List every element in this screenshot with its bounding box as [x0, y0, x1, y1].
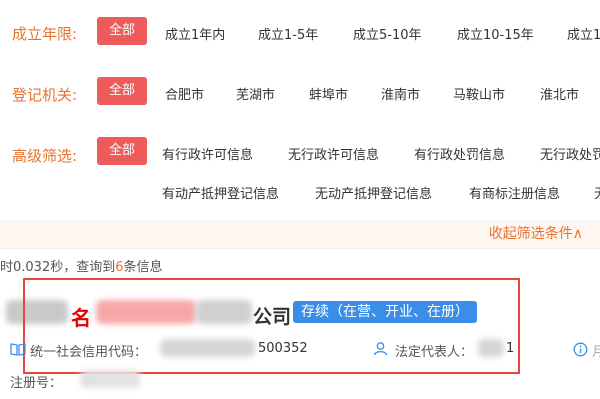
advanced-all-button[interactable]: 全部 [97, 137, 147, 165]
filter-label-advanced: 高级筛选: [12, 147, 78, 165]
authority-all-button[interactable]: 全部 [97, 77, 147, 105]
filter-label-registration-authority: 登记机关: [12, 86, 78, 104]
book-icon [10, 343, 26, 356]
option-advanced-no-penalty[interactable]: 无行政处罚 [540, 144, 600, 163]
option-advanced-no-mortgage[interactable]: 无动产抵押登记信息 [315, 183, 432, 202]
result-summary: 时0.032秒，查询到6条信息 [0, 256, 163, 275]
truncated-field: 月 [592, 345, 600, 360]
reg-no-label: 注册号： [10, 376, 63, 391]
option-authority-huainan[interactable]: 淮南市 [381, 84, 420, 103]
option-advanced-has-penalty[interactable]: 有行政处罚信息 [414, 144, 505, 163]
option-advanced-has-license[interactable]: 有行政许可信息 [162, 144, 253, 163]
option-advanced-no-license[interactable]: 无行政许可信息 [288, 144, 379, 163]
option-authority-bengbu[interactable]: 蚌埠市 [309, 84, 348, 103]
option-establish-4[interactable]: 成立1 [567, 24, 600, 43]
credit-code-label: 统一社会信用代码： [30, 345, 148, 360]
option-authority-maanshan[interactable]: 马鞍山市 [453, 84, 505, 103]
redacted-legal-rep [478, 339, 504, 357]
credit-code-value: 500352 [258, 341, 308, 356]
result-prefix: 时0.032秒，查询到 [0, 260, 116, 275]
option-authority-hefei[interactable]: 合肥市 [165, 84, 204, 103]
option-establish-3[interactable]: 成立10-15年 [457, 24, 534, 43]
option-establish-2[interactable]: 成立5-10年 [353, 24, 422, 43]
divider [0, 248, 600, 249]
option-authority-wuhu[interactable]: 芜湖市 [236, 84, 275, 103]
legal-rep-label: 法定代表人： [395, 345, 474, 360]
redacted-credit-code [160, 339, 255, 357]
option-establish-1[interactable]: 成立1-5年 [258, 24, 318, 43]
redacted-reg-no [80, 370, 140, 388]
collapse-filters-link[interactable]: 收起筛选条件∧ [489, 223, 583, 243]
legal-rep-value: 1 [506, 341, 515, 356]
result-count: 6 [115, 260, 124, 275]
option-advanced-has-mortgage[interactable]: 有动产抵押登记信息 [162, 183, 279, 202]
option-advanced-has-trademark[interactable]: 有商标注册信息 [469, 183, 560, 202]
option-advanced-no-trademark[interactable]: 无 [594, 183, 600, 202]
person-icon [373, 342, 388, 356]
result-suffix: 条信息 [123, 260, 163, 275]
establish-all-button[interactable]: 全部 [97, 17, 147, 45]
option-authority-huaibei[interactable]: 淮北市 [540, 84, 579, 103]
option-establish-0[interactable]: 成立1年内 [165, 24, 225, 43]
filter-label-establish-period: 成立年限: [12, 25, 78, 43]
info-icon [573, 342, 588, 357]
